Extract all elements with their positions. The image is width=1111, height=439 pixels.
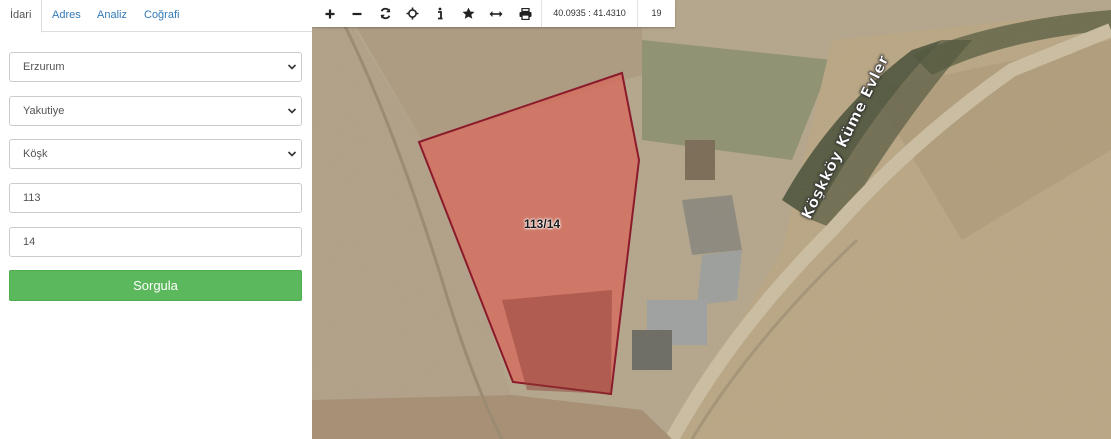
tab-cografi[interactable]: Coğrafi xyxy=(144,0,179,32)
chevron-down-icon xyxy=(287,64,297,70)
info-icon xyxy=(438,7,443,20)
print-icon xyxy=(519,7,531,20)
query-panel: İdari Adres Analiz Coğrafi Erzurum Yakut… xyxy=(0,0,312,439)
chevron-down-icon xyxy=(287,151,297,157)
zoom-out-icon xyxy=(352,12,362,15)
satellite-imagery xyxy=(312,0,1111,439)
zoom-level-readout: 19 xyxy=(637,0,675,27)
measure-button[interactable] xyxy=(482,0,510,27)
neighborhood-select-value: Köşk xyxy=(23,148,48,160)
tab-analiz[interactable]: Analiz xyxy=(97,0,127,32)
province-select[interactable]: Erzurum xyxy=(9,52,302,82)
zoom-in-icon xyxy=(325,9,335,18)
measure-icon xyxy=(489,10,503,17)
refresh-icon xyxy=(380,7,390,20)
chevron-down-icon xyxy=(287,108,297,114)
map-toolbar: 40.0935 : 41.4310 19 xyxy=(312,0,675,27)
favorite-button[interactable] xyxy=(454,0,482,27)
query-tabs: İdari Adres Analiz Coğrafi xyxy=(0,0,312,33)
zoom-in-button[interactable] xyxy=(316,0,344,27)
map-view[interactable]: 113/14 Köşkköy Küme Evler 40.0935 : 41.4… xyxy=(312,0,1111,439)
province-select-value: Erzurum xyxy=(23,61,65,73)
coordinate-readout: 40.0935 : 41.4310 xyxy=(541,0,637,27)
crosshair-icon xyxy=(406,7,418,20)
query-button[interactable]: Sorgula xyxy=(9,270,302,301)
info-button[interactable] xyxy=(426,0,454,27)
zoom-out-button[interactable] xyxy=(343,0,371,27)
block-number-input[interactable]: 113 xyxy=(9,183,302,213)
parcel-label: 113/14 xyxy=(524,217,561,231)
district-select-value: Yakutiye xyxy=(23,105,65,117)
tab-idari[interactable]: İdari xyxy=(0,0,42,33)
print-button[interactable] xyxy=(511,0,539,27)
locate-button[interactable] xyxy=(398,0,426,27)
parcel-number-input[interactable]: 14 xyxy=(9,227,302,257)
district-select[interactable]: Yakutiye xyxy=(9,96,302,126)
star-icon xyxy=(462,7,474,19)
neighborhood-select[interactable]: Köşk xyxy=(9,139,302,169)
refresh-button[interactable] xyxy=(371,0,399,27)
tab-adres[interactable]: Adres xyxy=(52,0,81,32)
